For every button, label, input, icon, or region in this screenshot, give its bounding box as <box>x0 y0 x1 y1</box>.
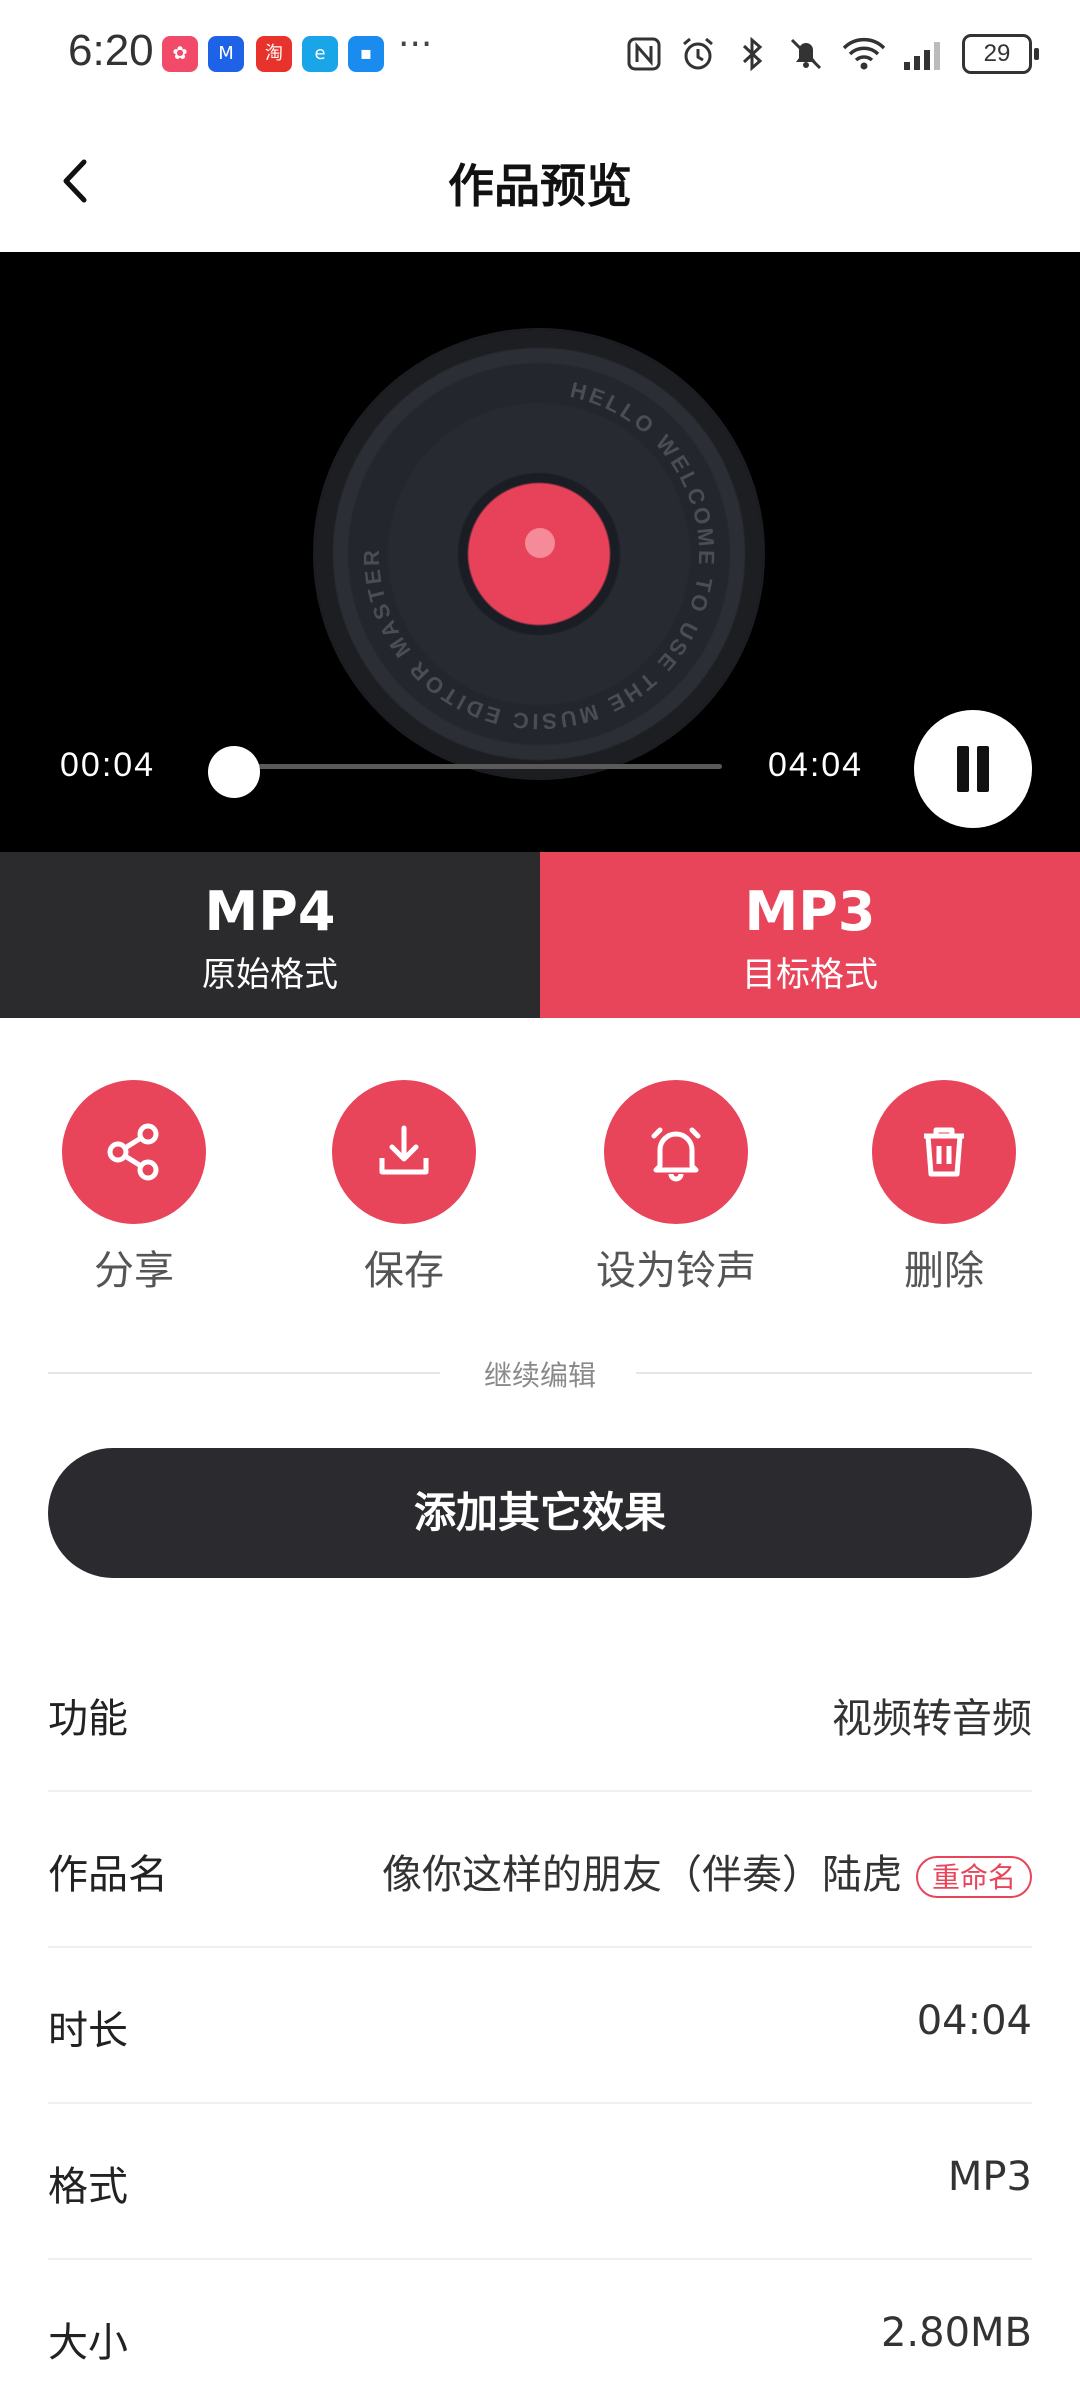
original-format-label: 原始格式 <box>202 955 338 995</box>
function-value: 视频转音频 <box>832 1696 1032 1742</box>
header: 作品预览 <box>0 110 1080 252</box>
pause-button[interactable] <box>914 710 1032 828</box>
name-label: 作品名 <box>48 1852 168 1898</box>
bell-icon <box>651 1127 701 1182</box>
audio-player: HELLO WELCOME TO USE THE MUSIC EDITOR MA… <box>0 252 1080 852</box>
size-value: 2.80MB <box>880 2310 1032 2356</box>
duration-value: 04:04 <box>916 1998 1032 2044</box>
status-bar: 6:20 ✿ M 淘 e ▪ ··· 29 <box>0 0 1080 110</box>
mail-app-icon: M <box>208 36 244 72</box>
signal-icon <box>904 42 940 70</box>
pause-icon <box>957 746 969 792</box>
alarm-icon <box>683 37 713 70</box>
save-button[interactable]: 保存 <box>289 1080 519 1296</box>
target-format-label: 目标格式 <box>742 955 878 995</box>
info-row-size: 大小 2.80MB <box>48 2258 1032 2403</box>
original-format: MP4 <box>204 880 336 943</box>
info-row-duration: 时长 04:04 <box>48 1946 1032 2104</box>
add-effect-button[interactable]: 添加其它效果 <box>48 1448 1032 1578</box>
ringtone-circle <box>604 1080 748 1224</box>
ringtone-label: 设为铃声 <box>596 1248 756 1294</box>
pause-icon-bar <box>977 746 989 792</box>
share-icon <box>107 1123 159 1181</box>
save-circle <box>332 1080 476 1224</box>
target-format: MP3 <box>744 880 876 943</box>
mute-icon <box>790 38 822 70</box>
current-time: 00:04 <box>60 746 156 784</box>
format-value: MP3 <box>947 2154 1032 2200</box>
browser-app-icon: e <box>302 36 338 72</box>
svg-text:HELLO WELCOME TO USE THE MUSIC: HELLO WELCOME TO USE THE MUSIC EDITOR MA… <box>359 377 719 734</box>
progress-knob[interactable] <box>207 746 260 798</box>
bluetooth-icon <box>742 36 763 72</box>
divider-left <box>48 1372 440 1374</box>
status-time: 6:20 <box>68 26 154 75</box>
share-button[interactable]: 分享 <box>19 1080 249 1296</box>
disc-text: HELLO WELCOME TO USE THE MUSIC EDITOR MA… <box>359 377 719 734</box>
divider-right <box>636 1372 1032 1374</box>
format-label: 格式 <box>48 2164 128 2210</box>
original-format-tab[interactable]: MP4 原始格式 <box>0 852 540 1018</box>
nfc-icon <box>627 37 661 71</box>
target-format-tab[interactable]: MP3 目标格式 <box>540 852 1080 1018</box>
delete-label: 删除 <box>904 1248 984 1294</box>
info-row-format: 格式 MP3 <box>48 2102 1032 2260</box>
app-notification-icon: ✿ <box>162 36 198 72</box>
trash-icon <box>924 1127 964 1177</box>
taobao-app-icon: 淘 <box>256 36 292 72</box>
share-label: 分享 <box>94 1248 174 1294</box>
info-row-name: 作品名 像你这样的朋友（伴奏）陆虎 重命名 <box>48 1790 1032 1948</box>
progress-track[interactable] <box>226 764 722 769</box>
delete-circle <box>872 1080 1016 1224</box>
duration-label: 时长 <box>48 2008 128 2054</box>
size-label: 大小 <box>48 2320 128 2366</box>
function-label: 功能 <box>48 1696 128 1742</box>
rename-button[interactable]: 重命名 <box>915 1856 1032 1898</box>
message-app-icon: ▪ <box>348 36 384 72</box>
wifi-icon <box>842 37 886 70</box>
download-icon <box>379 1125 429 1175</box>
total-time: 04:04 <box>768 746 864 784</box>
more-notifications-icon: ··· <box>398 24 433 65</box>
system-status-icons: 29 <box>624 30 1039 78</box>
name-value-group: 像你这样的朋友（伴奏）陆虎 重命名 <box>382 1842 1032 1900</box>
delete-button[interactable]: 删除 <box>829 1080 1059 1296</box>
share-circle <box>62 1080 206 1224</box>
name-value: 像你这样的朋友（伴奏）陆虎 <box>381 1852 902 1898</box>
save-label: 保存 <box>364 1248 444 1294</box>
page-title: 作品预览 <box>448 159 632 213</box>
continue-edit-label: 继续编辑 <box>483 1359 596 1392</box>
set-ringtone-button[interactable]: 设为铃声 <box>561 1080 791 1296</box>
battery-indicator: 29 <box>962 34 1039 74</box>
info-row-function: 功能 视频转音频 <box>48 1634 1032 1792</box>
